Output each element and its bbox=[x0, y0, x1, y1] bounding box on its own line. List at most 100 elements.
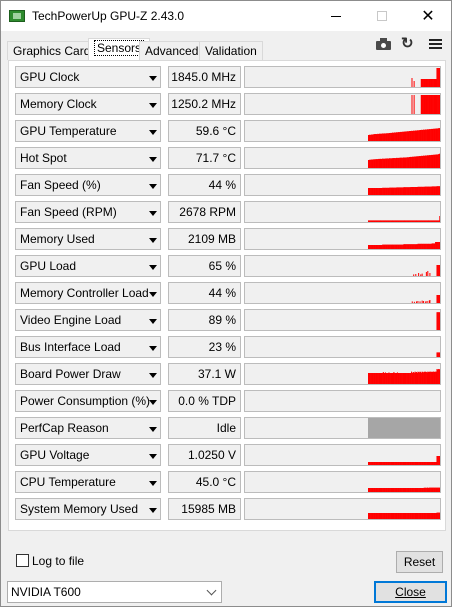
close-button[interactable]: Close bbox=[374, 581, 447, 603]
sensor-graph-svg bbox=[245, 391, 440, 411]
sensor-row: Fan Speed (%) 44 % bbox=[15, 174, 441, 196]
reset-button[interactable]: Reset bbox=[396, 551, 443, 573]
sensor-row: Bus Interface Load 23 % bbox=[15, 336, 441, 358]
sensor-label-dropdown[interactable]: GPU Temperature bbox=[15, 120, 161, 142]
sensor-label-dropdown[interactable]: System Memory Used bbox=[15, 498, 161, 520]
sensor-value: 0.0 % TDP bbox=[168, 390, 241, 412]
graph-bar bbox=[421, 300, 423, 303]
sensor-row: Power Consumption (%) 0.0 % TDP bbox=[15, 390, 441, 412]
sensor-value: 1845.0 MHz bbox=[168, 66, 241, 88]
graph-bar bbox=[418, 273, 420, 276]
graph-bar bbox=[439, 68, 440, 87]
graph-bar bbox=[421, 273, 423, 276]
sensor-label-dropdown[interactable]: Fan Speed (RPM) bbox=[15, 201, 161, 223]
dropdown-arrow-icon bbox=[149, 292, 157, 297]
gpuz-app-icon bbox=[9, 10, 25, 22]
sensor-label-dropdown[interactable]: Memory Used bbox=[15, 228, 161, 250]
sensor-value: 71.7 °C bbox=[168, 147, 241, 169]
sensor-label: Bus Interface Load bbox=[20, 340, 121, 354]
sensor-value: Idle bbox=[168, 417, 241, 439]
sensor-graph-svg bbox=[368, 487, 440, 492]
sensor-label-dropdown[interactable]: Memory Controller Load bbox=[15, 282, 161, 304]
sensor-value: 1.0250 V bbox=[168, 444, 241, 466]
camera-icon[interactable] bbox=[375, 37, 393, 51]
sensor-row: GPU Voltage 1.0250 V bbox=[15, 444, 441, 466]
graph-bar bbox=[425, 301, 427, 303]
sensor-label-dropdown[interactable]: PerfCap Reason bbox=[15, 417, 161, 439]
graph-bar bbox=[426, 301, 428, 303]
dropdown-arrow-icon bbox=[149, 238, 157, 243]
sensor-label-dropdown[interactable]: GPU Load bbox=[15, 255, 161, 277]
maximize-button[interactable] bbox=[359, 1, 405, 31]
sensor-label-dropdown[interactable]: Fan Speed (%) bbox=[15, 174, 161, 196]
tab-label: Validation bbox=[205, 44, 257, 58]
sensor-label-dropdown[interactable]: Bus Interface Load bbox=[15, 336, 161, 358]
graph-bar bbox=[439, 95, 440, 114]
sensor-graph bbox=[244, 498, 441, 520]
dropdown-arrow-icon bbox=[149, 265, 157, 270]
log-to-file-checkbox[interactable] bbox=[16, 554, 29, 567]
tab-label: Graphics Card bbox=[13, 44, 91, 58]
tab-validation[interactable]: Validation bbox=[199, 41, 263, 60]
title-bar[interactable]: TechPowerUp GPU-Z 2.43.0 ✕ bbox=[1, 1, 451, 31]
sensor-graph-svg bbox=[411, 95, 440, 114]
sensor-label: Memory Clock bbox=[20, 97, 97, 111]
graph-bar bbox=[427, 271, 429, 276]
graph-bar bbox=[413, 274, 415, 276]
graph-bar bbox=[413, 81, 415, 87]
sensor-row: GPU Load 65 % bbox=[15, 255, 441, 277]
graph-bar bbox=[439, 128, 440, 141]
refresh-icon[interactable]: ↻ bbox=[401, 36, 419, 51]
sensor-graph bbox=[244, 282, 441, 304]
sensor-label-dropdown[interactable]: Power Consumption (%) bbox=[15, 390, 161, 412]
tab-graphics-card[interactable]: Graphics Card bbox=[7, 41, 97, 60]
menu-icon[interactable] bbox=[427, 37, 445, 51]
sensor-label-dropdown[interactable]: GPU Clock bbox=[15, 66, 161, 88]
sensor-label: GPU Voltage bbox=[20, 448, 90, 462]
sensor-value: 2678 RPM bbox=[168, 201, 241, 223]
graph-bar bbox=[439, 456, 440, 465]
sensor-graph bbox=[244, 336, 441, 358]
graph-bar bbox=[419, 301, 421, 303]
sensor-label: Board Power Draw bbox=[20, 367, 121, 381]
sensor-graph bbox=[244, 255, 441, 277]
sensor-value: 59.6 °C bbox=[168, 120, 241, 142]
sensor-graph bbox=[244, 147, 441, 169]
sensor-label-dropdown[interactable]: Board Power Draw bbox=[15, 363, 161, 385]
chevron-down-icon bbox=[206, 585, 217, 596]
sensor-row: Memory Controller Load 44 % bbox=[15, 282, 441, 304]
sensor-graph-svg bbox=[436, 352, 440, 357]
graph-bar bbox=[415, 274, 417, 276]
sensor-graph bbox=[244, 228, 441, 250]
sensor-graph-svg bbox=[368, 242, 440, 249]
sensor-label-dropdown[interactable]: Video Engine Load bbox=[15, 309, 161, 331]
sensor-row: Fan Speed (RPM) 2678 RPM bbox=[15, 201, 441, 223]
sensor-graph-svg bbox=[368, 186, 440, 195]
dropdown-arrow-icon bbox=[149, 373, 157, 378]
graph-bar bbox=[439, 487, 440, 492]
sensor-row: Board Power Draw 37.1 W bbox=[15, 363, 441, 385]
sensor-value: 23 % bbox=[168, 336, 241, 358]
sensor-label-dropdown[interactable]: Memory Clock bbox=[15, 93, 161, 115]
sensor-label-dropdown[interactable]: GPU Voltage bbox=[15, 444, 161, 466]
sensor-graph bbox=[244, 444, 441, 466]
sensor-graph-svg bbox=[436, 312, 440, 330]
sensor-label-dropdown[interactable]: Hot Spot bbox=[15, 147, 161, 169]
minimize-button[interactable] bbox=[313, 1, 359, 31]
sensor-label-dropdown[interactable]: CPU Temperature bbox=[15, 471, 161, 493]
window-close-button[interactable]: ✕ bbox=[405, 1, 451, 31]
graph-bar bbox=[439, 242, 440, 249]
sensor-graph bbox=[244, 471, 441, 493]
graph-bar bbox=[413, 301, 415, 303]
gpu-select[interactable]: NVIDIA T600 bbox=[7, 581, 222, 603]
sensor-row: GPU Clock 1845.0 MHz bbox=[15, 66, 441, 88]
sensor-graph-svg bbox=[411, 68, 440, 87]
tab-advanced[interactable]: Advanced bbox=[139, 41, 205, 60]
tab-label: Advanced bbox=[145, 44, 199, 58]
sensor-graph bbox=[244, 390, 441, 412]
graph-bar bbox=[429, 300, 431, 303]
log-to-file-label: Log to file bbox=[32, 554, 85, 568]
sensor-label: System Memory Used bbox=[20, 502, 139, 516]
dropdown-arrow-icon bbox=[149, 427, 157, 432]
sensor-row: Memory Used 2109 MB bbox=[15, 228, 441, 250]
